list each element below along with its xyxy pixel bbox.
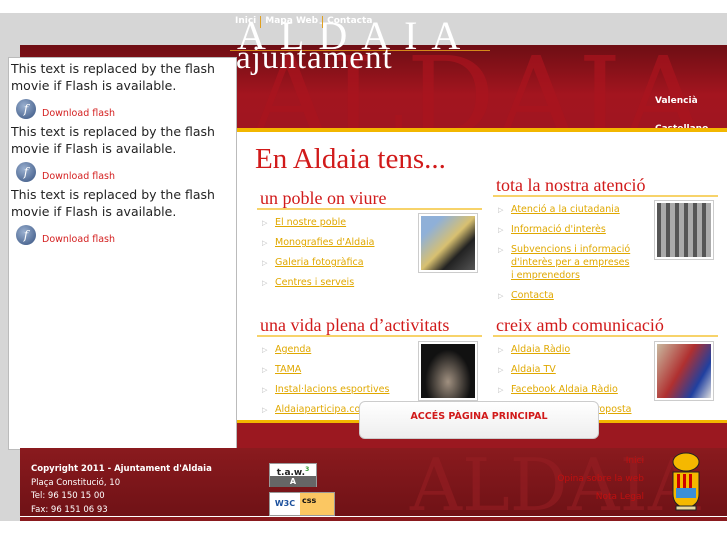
list-item: ▷ El nostre poble <box>257 216 397 229</box>
flash-block: This text is replaced by the flash movie… <box>11 186 234 245</box>
site-footer: ALDAIA Copyright 2011 - Ajuntament d'Ald… <box>20 448 727 516</box>
link[interactable]: Monografies d'Aldaia <box>275 237 375 248</box>
w3c-css-badge[interactable]: W3C css <box>269 492 335 516</box>
list-item: ▷ Contacta <box>493 289 633 302</box>
link[interactable]: Aldaia TV <box>511 364 556 375</box>
phone: Tel: 96 150 15 00 <box>31 491 105 501</box>
thumb-statue-image[interactable] <box>418 213 478 273</box>
link[interactable]: Atenció a la ciutadania <box>511 204 620 215</box>
taw-sup: 3 <box>305 466 310 473</box>
list-item: ▷ Agenda <box>257 343 397 356</box>
link[interactable]: Instal·lacions esportives <box>275 384 389 395</box>
flash-text: This text is replaced by the flash movie… <box>11 187 215 219</box>
download-flash-link[interactable]: Download flash <box>42 171 115 182</box>
list-item: ▷ TAMA <box>257 363 397 376</box>
link[interactable]: Centres i serveis <box>275 277 354 288</box>
section-title: una vida plena d’activitats <box>257 315 482 337</box>
link[interactable]: TAMA <box>275 364 301 375</box>
nav-inici[interactable]: Inici <box>235 16 256 28</box>
list-item: ▷ Aldaia TV <box>493 363 633 376</box>
list-item: ▷ Atenció a la ciutadania <box>493 203 633 216</box>
acces-pagina-principal-button[interactable]: ACCÉS PÀGINA PRINCIPAL <box>359 401 599 439</box>
list-item: ▷ Centres i serveis <box>257 276 397 289</box>
nav-contacta[interactable]: Contacta <box>327 16 372 28</box>
link[interactable]: El nostre poble <box>275 217 346 228</box>
arrow-icon: ▷ <box>262 279 268 287</box>
flash-block: This text is replaced by the flash movie… <box>11 123 234 182</box>
download-flash-link[interactable]: Download flash <box>42 234 115 245</box>
list-item: ▷ Instal·lacions esportives <box>257 383 397 396</box>
flash-block: This text is replaced by the flash movie… <box>11 60 234 119</box>
arrow-icon: ▷ <box>498 206 504 214</box>
flash-text: This text is replaced by the flash movie… <box>11 61 215 93</box>
link[interactable]: Aldaiaparticipa.com <box>275 404 370 415</box>
link[interactable]: Aldaia Ràdio <box>511 344 570 355</box>
arrow-icon: ▷ <box>498 292 504 300</box>
footer-link-inici[interactable]: Inici <box>626 456 644 466</box>
list-item: ▷ Galeria fotogràfica <box>257 256 397 269</box>
thumb-building-image[interactable] <box>654 200 714 260</box>
list-item: ▷ Facebook Aldaia Ràdio <box>493 383 633 396</box>
arrow-icon: ▷ <box>262 259 268 267</box>
section-title: tota la nostra atenció <box>493 175 718 197</box>
arrow-icon: ▷ <box>498 246 504 254</box>
fax: Fax: 96 151 06 93 <box>31 504 108 515</box>
nav-separator <box>322 16 324 28</box>
link[interactable]: Galeria fotogràfica <box>275 257 364 268</box>
footer-link-nota-legal[interactable]: Nota Legal <box>596 492 644 502</box>
link[interactable]: Facebook Aldaia Ràdio <box>511 384 618 395</box>
thumb-dance-image[interactable] <box>418 341 478 401</box>
nav-mapa-web[interactable]: Mapa Web <box>265 16 318 28</box>
footer-watermark: ALDAIA <box>410 448 700 516</box>
address: Plaça Constitució, 10 <box>31 477 121 488</box>
arrow-icon: ▷ <box>262 406 268 414</box>
list-item: ▷ Aldaia Ràdio <box>493 343 633 356</box>
list-item: ▷ Subvencions i informació d'interès per … <box>493 243 633 282</box>
arrow-icon: ▷ <box>498 346 504 354</box>
nav-separator <box>260 16 262 28</box>
footer-strip <box>20 517 727 521</box>
section-title: un poble on viure <box>257 188 482 210</box>
link[interactable]: Agenda <box>275 344 311 355</box>
lang-castellano[interactable]: Castellano <box>655 124 708 128</box>
arrow-icon: ▷ <box>262 346 268 354</box>
arrow-icon: ▷ <box>262 239 268 247</box>
link[interactable]: Contacta <box>511 290 554 301</box>
arrow-icon: ▷ <box>262 386 268 394</box>
arrow-icon: ▷ <box>498 226 504 234</box>
lang-valencia[interactable]: Valencià <box>655 96 698 106</box>
download-flash-link[interactable]: Download flash <box>42 108 115 119</box>
taw-badge[interactable]: t.a.w.3 A <box>269 463 317 487</box>
coat-of-arms-icon <box>672 452 700 511</box>
arrow-icon: ▷ <box>262 219 268 227</box>
flash-text: This text is replaced by the flash movie… <box>11 124 215 156</box>
flash-panel: This text is replaced by the flash movie… <box>8 57 237 450</box>
top-nav: Inici Mapa Web Contacta <box>235 16 372 28</box>
arrow-icon: ▷ <box>498 386 504 394</box>
arrow-icon: ▷ <box>498 366 504 374</box>
link[interactable]: Informació d'interès <box>511 224 606 235</box>
flash-player-icon[interactable]: f <box>16 162 36 182</box>
footer-link-opina[interactable]: Opina sobre la web <box>557 474 644 484</box>
thumb-radio-image[interactable] <box>654 341 714 401</box>
section-title: creix amb comunicació <box>493 315 718 337</box>
flash-player-icon[interactable]: f <box>16 99 36 119</box>
css-label: css <box>300 493 334 515</box>
w3c-label: W3C <box>270 493 300 515</box>
arrow-icon: ▷ <box>262 366 268 374</box>
logo-ajuntament[interactable]: ajuntament <box>236 40 393 77</box>
flash-player-icon[interactable]: f <box>16 225 36 245</box>
copyright: Copyright 2011 - Ajuntament d'Aldaia <box>31 464 212 474</box>
page-title: En Aldaia tens... <box>255 143 446 175</box>
link[interactable]: Subvencions i informació d'interès per a… <box>511 244 630 281</box>
list-item: ▷ Informació d'interès <box>493 223 633 236</box>
list-item: ▷ Monografies d'Aldaia <box>257 236 397 249</box>
